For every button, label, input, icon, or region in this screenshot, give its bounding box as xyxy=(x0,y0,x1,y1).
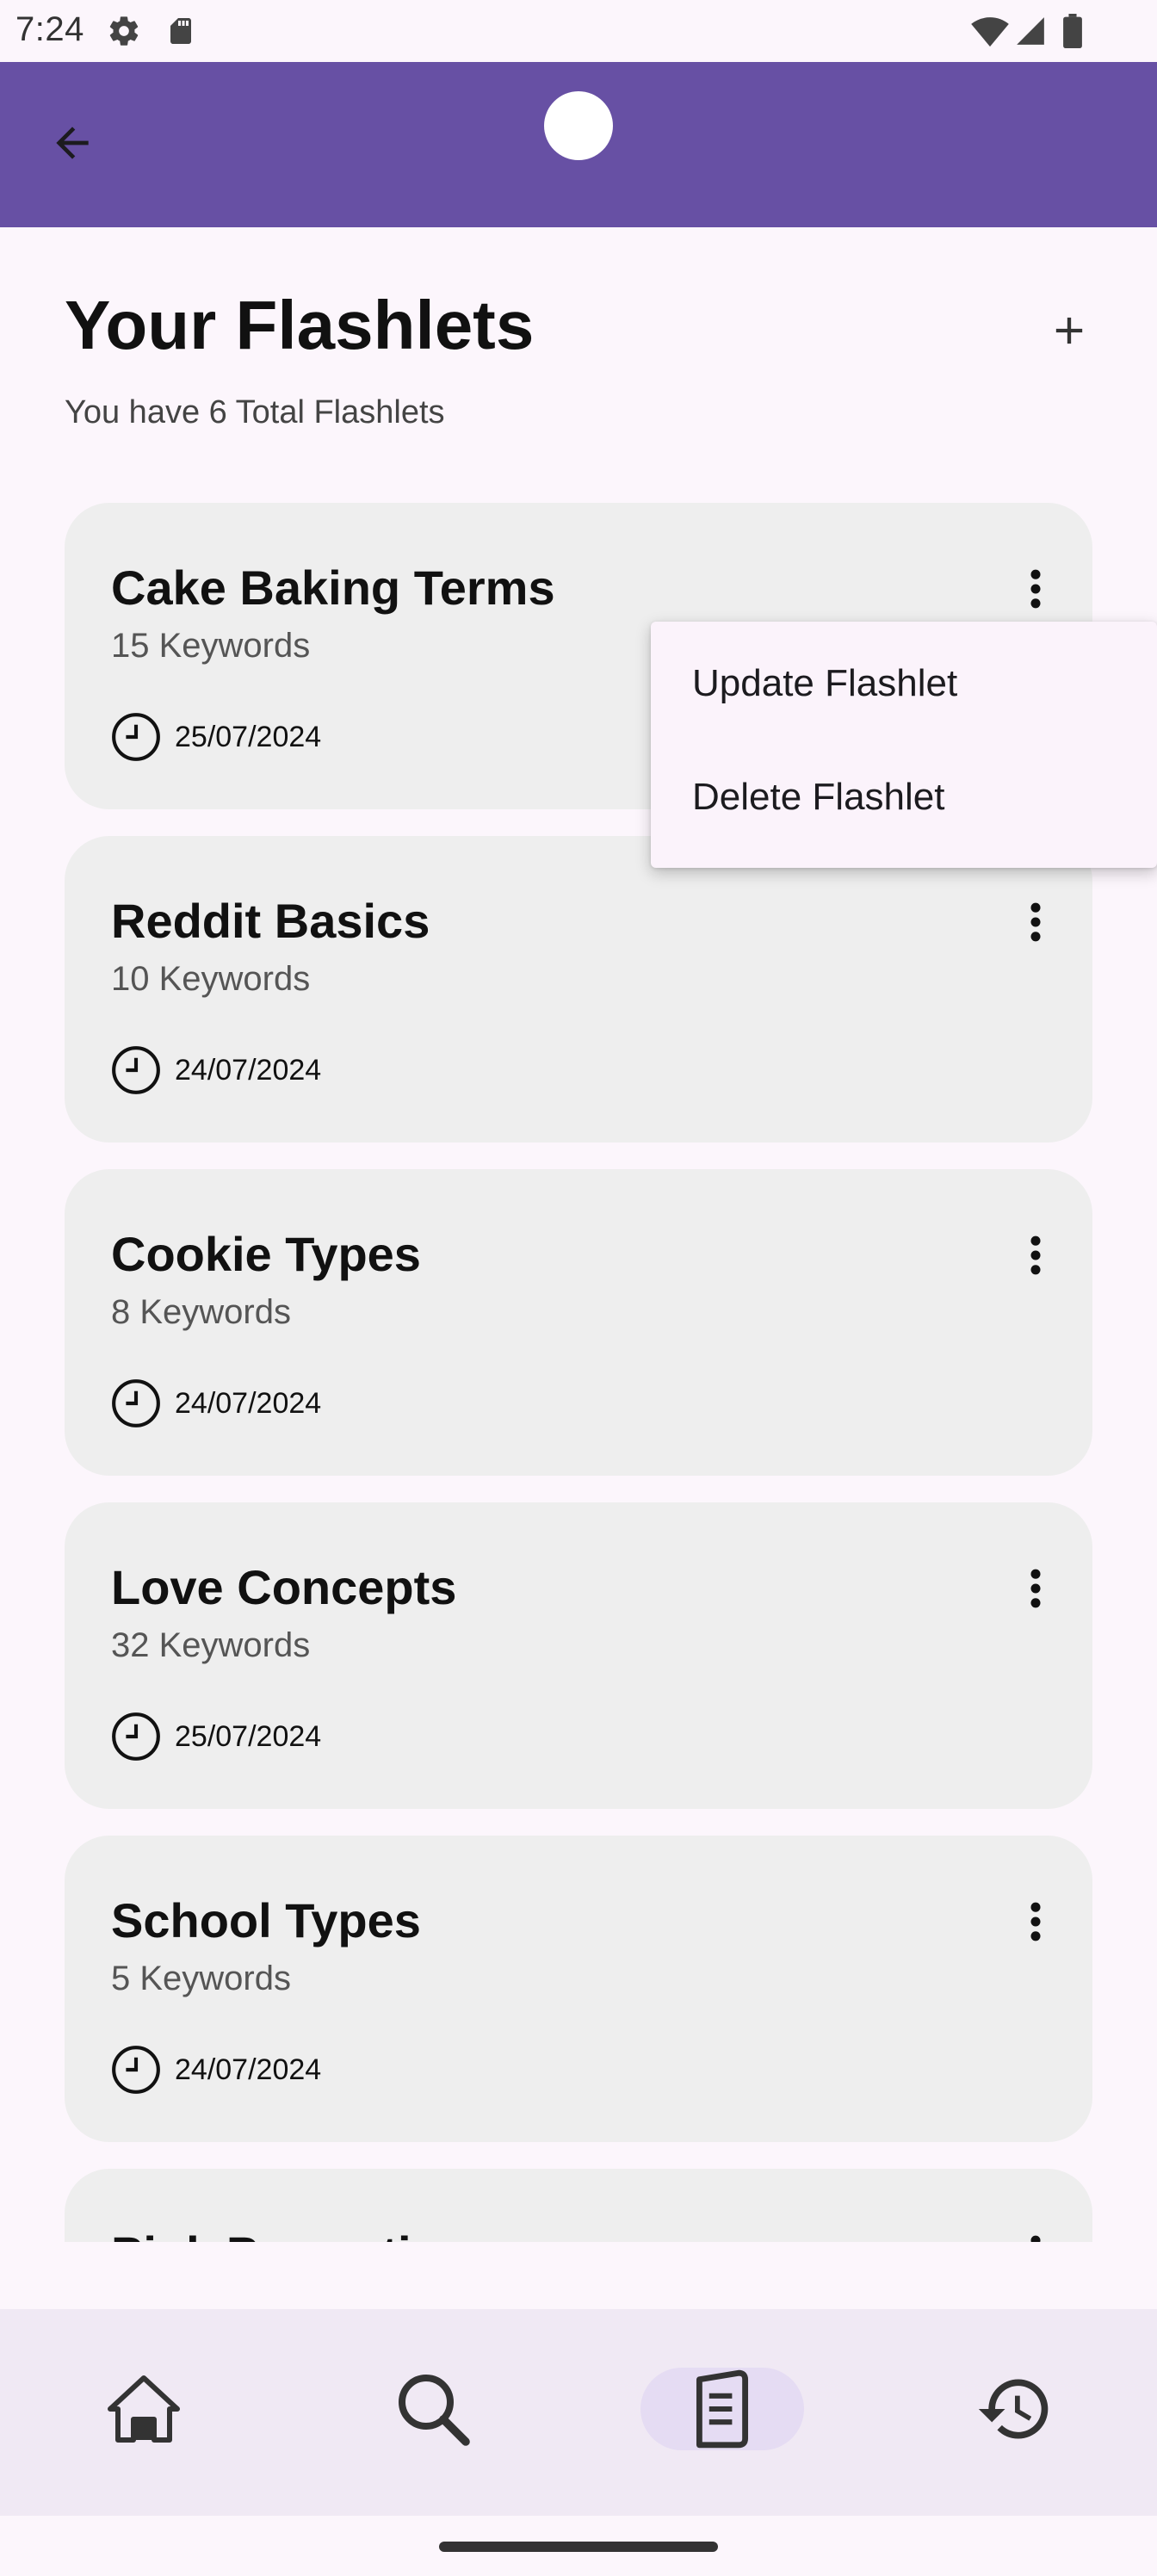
nav-home[interactable] xyxy=(62,2368,226,2450)
flashlets-icon xyxy=(696,2369,749,2449)
page-subtitle: You have 6 Total Flashlets xyxy=(65,394,445,430)
nav-search[interactable] xyxy=(351,2368,515,2450)
camera-cutout xyxy=(544,91,613,160)
more-vert-icon xyxy=(1030,902,1041,942)
delete-flashlet-menu-item[interactable]: Delete Flashlet xyxy=(651,735,1157,859)
more-vert-icon xyxy=(1030,1235,1041,1275)
gesture-handle[interactable] xyxy=(439,2542,718,2552)
flashlet-date-row: 25/07/2024 xyxy=(109,1709,321,1764)
flashlet-title: Reddit Basics xyxy=(111,894,430,948)
flashlet-title: Love Concepts xyxy=(111,1560,457,1614)
flashlet-options-menu: Update Flashlet Delete Flashlet xyxy=(651,622,1157,868)
flashlet-card[interactable]: Cookie Types 8 Keywords 24/07/2024 xyxy=(65,1169,1092,1476)
arrow-back-icon xyxy=(56,127,89,159)
page-title: Your Flashlets xyxy=(65,287,535,363)
flashlet-date-row: 24/07/2024 xyxy=(109,1043,321,1098)
more-options-button[interactable] xyxy=(1010,2220,1061,2242)
add-flashlet-button[interactable] xyxy=(1035,296,1104,365)
settings-icon xyxy=(107,14,141,53)
flashlet-date: 24/07/2024 xyxy=(175,1053,322,1087)
flashlet-keyword-count: 5 Keywords xyxy=(111,1960,291,1997)
flashlet-date-row: 24/07/2024 xyxy=(109,2042,321,2097)
flashlet-card[interactable]: School Types 5 Keywords 24/07/2024 xyxy=(65,1836,1092,2142)
more-options-button[interactable] xyxy=(1010,1221,1061,1290)
home-icon xyxy=(108,2375,180,2443)
back-button[interactable] xyxy=(38,108,107,177)
screen: 7:24 Your Flashlets You have 6 Total Fla… xyxy=(0,0,1157,2576)
signal-icon xyxy=(1014,14,1047,53)
flashlet-date: 24/07/2024 xyxy=(175,1386,322,1420)
more-options-button[interactable] xyxy=(1010,1887,1061,1956)
flashlet-title: School Types xyxy=(111,1893,421,1947)
clock-icon xyxy=(112,713,160,761)
more-options-button[interactable] xyxy=(1010,1554,1061,1623)
battery-icon xyxy=(1062,14,1083,53)
update-flashlet-menu-item[interactable]: Update Flashlet xyxy=(651,622,1157,746)
flashlet-date: 25/07/2024 xyxy=(175,720,322,753)
more-vert-icon xyxy=(1030,2235,1041,2242)
more-options-button[interactable] xyxy=(1010,554,1061,623)
status-bar: 7:24 xyxy=(0,0,1157,62)
flashlet-title: Cookie Types xyxy=(111,1227,421,1281)
more-vert-icon xyxy=(1030,1569,1041,1608)
more-vert-icon xyxy=(1030,1902,1041,1941)
clock-icon xyxy=(112,1712,160,1761)
clock-icon xyxy=(112,2046,160,2094)
flashlet-date-row: 25/07/2024 xyxy=(109,709,321,765)
flashlet-card[interactable]: Pink Properties xyxy=(65,2169,1092,2242)
sd-card-icon xyxy=(165,14,196,53)
flashlet-card[interactable]: Reddit Basics 10 Keywords 24/07/2024 xyxy=(65,836,1092,1142)
flashlet-keyword-count: 10 Keywords xyxy=(111,960,311,998)
nav-history[interactable] xyxy=(933,2368,1097,2450)
bottom-navigation xyxy=(0,2309,1157,2516)
history-icon xyxy=(978,2379,1049,2439)
search-icon xyxy=(399,2375,470,2446)
clock-icon xyxy=(112,1379,160,1427)
more-options-button[interactable] xyxy=(1010,888,1061,957)
flashlet-title: Cake Baking Terms xyxy=(111,560,555,615)
app-bar xyxy=(0,62,1157,227)
flashlet-card[interactable]: Love Concepts 32 Keywords 25/07/2024 xyxy=(65,1502,1092,1809)
more-vert-icon xyxy=(1030,569,1041,609)
flashlet-date: 25/07/2024 xyxy=(175,1719,322,1753)
status-time: 7:24 xyxy=(15,10,84,48)
nav-flashlets[interactable] xyxy=(640,2368,804,2450)
plus-icon xyxy=(1055,317,1083,344)
flashlet-date-row: 24/07/2024 xyxy=(109,1376,321,1431)
wifi-icon xyxy=(971,14,1009,53)
flashlet-keyword-count: 15 Keywords xyxy=(111,627,311,665)
flashlet-date: 24/07/2024 xyxy=(175,2053,322,2086)
flashlet-keyword-count: 8 Keywords xyxy=(111,1293,291,1331)
clock-icon xyxy=(112,1046,160,1094)
flashlet-title: Pink Properties xyxy=(111,2226,465,2242)
flashlet-keyword-count: 32 Keywords xyxy=(111,1626,311,1664)
